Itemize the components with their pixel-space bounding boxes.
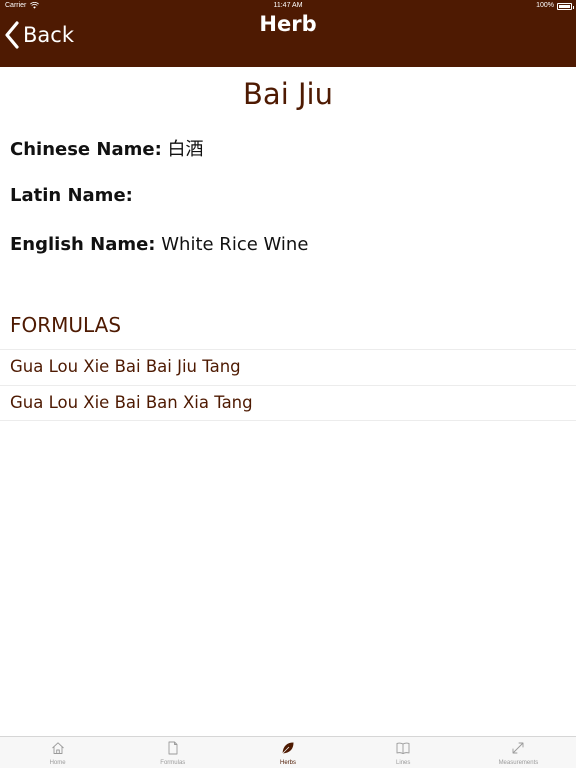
formulas-header: FORMULAS — [10, 313, 122, 337]
tab-bar: Home Formulas Herbs Lines Measurements — [0, 736, 576, 768]
english-name-value: White Rice Wine — [161, 234, 309, 255]
tab-label: Home — [49, 760, 66, 766]
formula-item[interactable]: Gua Lou Xie Bai Bai Jiu Tang — [0, 349, 576, 385]
english-name-label: English Name: — [10, 234, 156, 255]
navigation-bar: Back Herb — [0, 12, 576, 67]
document-icon — [168, 741, 178, 755]
chinese-name-value: 白酒 — [167, 139, 204, 160]
tab-label: Lines — [396, 760, 411, 766]
tab-formulas[interactable]: Formulas — [115, 737, 230, 768]
book-icon — [396, 742, 410, 755]
formula-item[interactable]: Gua Lou Xie Bai Ban Xia Tang — [0, 385, 576, 421]
herb-detail: Bai Jiu Chinese Name: 白酒 Latin Name: Eng… — [0, 67, 576, 736]
latin-name-field: Latin Name: — [10, 185, 133, 206]
formula-list: Gua Lou Xie Bai Bai Jiu Tang Gua Lou Xie… — [0, 349, 576, 421]
herb-name: Bai Jiu — [243, 77, 333, 111]
tab-herbs[interactable]: Herbs — [230, 737, 345, 768]
latin-name-label: Latin Name: — [10, 185, 133, 206]
page-title: Herb — [259, 12, 317, 36]
leaf-icon — [282, 742, 294, 754]
chinese-name-field: Chinese Name: 白酒 — [10, 135, 204, 161]
battery-percent: 100% — [536, 2, 554, 9]
battery-icon — [557, 3, 574, 10]
home-icon — [51, 742, 64, 754]
status-bar: Carrier 11:47 AM 100% — [0, 0, 576, 12]
clock: 11:47 AM — [273, 2, 303, 9]
tab-lines[interactable]: Lines — [346, 737, 461, 768]
english-name-field: English Name: White Rice Wine — [10, 234, 308, 255]
tab-measurements[interactable]: Measurements — [461, 737, 576, 768]
tab-label: Measurements — [498, 760, 539, 766]
tab-label: Herbs — [280, 760, 297, 766]
chinese-name-label: Chinese Name: — [10, 139, 162, 160]
tab-home[interactable]: Home — [0, 737, 115, 768]
tab-label: Formulas — [160, 760, 186, 766]
resize-icon — [512, 742, 524, 754]
